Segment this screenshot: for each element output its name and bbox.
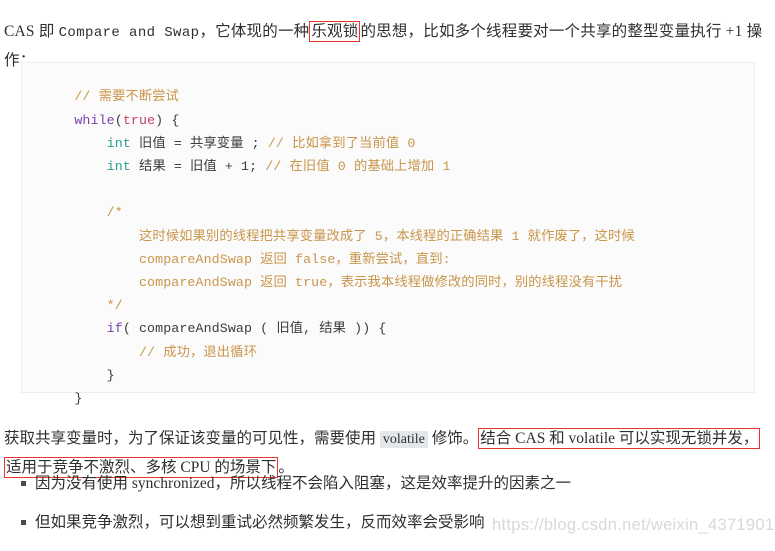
code-token: // 比如拿到了当前值 0: [267, 135, 416, 151]
code-content: // 需要不断尝试 while(true) { int 旧值 = 共享变量 ; …: [42, 85, 635, 410]
code-token: compareAndSwap 返回 true，表示我本线程做修改的同时，别的线程…: [138, 274, 623, 290]
para2-text-part2: 修饰。: [427, 429, 479, 447]
code-token: }: [42, 390, 83, 406]
notes-list: 因为没有使用 synchronized，所以线程不会陷入阻塞，这是效率提升的因素…: [4, 473, 772, 551]
code-token: 这时候如果别的线程把共享变量改成了 5，本线程的正确结果 1 就作废了，这时候: [138, 228, 635, 244]
code-token: int: [106, 135, 131, 151]
highlight-optimistic-lock: 乐观锁: [309, 20, 361, 42]
para2-text-part1: 获取共享变量时，为了保证该变量的可见性，需要使用: [4, 429, 380, 447]
code-token: */: [106, 298, 123, 314]
inline-code-volatile: volatile: [379, 430, 428, 448]
code-block: // 需要不断尝试 while(true) { int 旧值 = 共享变量 ; …: [21, 62, 755, 406]
intro-mono-term: Compare and Swap: [58, 24, 200, 41]
code-token: (: [114, 112, 123, 128]
code-token: true: [122, 112, 156, 128]
code-token: /*: [106, 205, 123, 221]
code-token: 结果 = 旧值 + 1;: [130, 158, 266, 174]
code-token: if: [106, 321, 123, 337]
code-token: while: [74, 112, 115, 128]
intro-text-part1: CAS 即: [4, 22, 59, 40]
intro-text-part2: ，它体现的一种: [199, 22, 310, 40]
code-token: ( compareAndSwap ( 旧值, 结果 )) {: [122, 321, 387, 337]
code-token: int: [106, 158, 131, 174]
article-page: CAS 即 Compare and Swap，它体现的一种 乐观锁 的思想，比如多个…: [0, 0, 775, 547]
code-token: // 在旧值 0 的基础上增加 1: [265, 158, 451, 174]
watermark: https://blog.csdn.net/weixin_43719015: [492, 516, 775, 534]
highlight-cas-volatile: 结合 CAS 和 volatile 可以实现无锁并发，: [478, 427, 761, 449]
code-token: }: [42, 367, 115, 383]
code-token: // 成功，退出循环: [138, 344, 257, 360]
code-token: ) {: [155, 112, 180, 128]
code-token: // 需要不断尝试: [74, 89, 179, 105]
list-item: 因为没有使用 synchronized，所以线程不会陷入阻塞，这是效率提升的因素…: [4, 473, 772, 494]
code-token: 旧值 = 共享变量 ;: [130, 135, 268, 151]
code-token: compareAndSwap 返回 false，重新尝试，直到:: [138, 251, 451, 267]
